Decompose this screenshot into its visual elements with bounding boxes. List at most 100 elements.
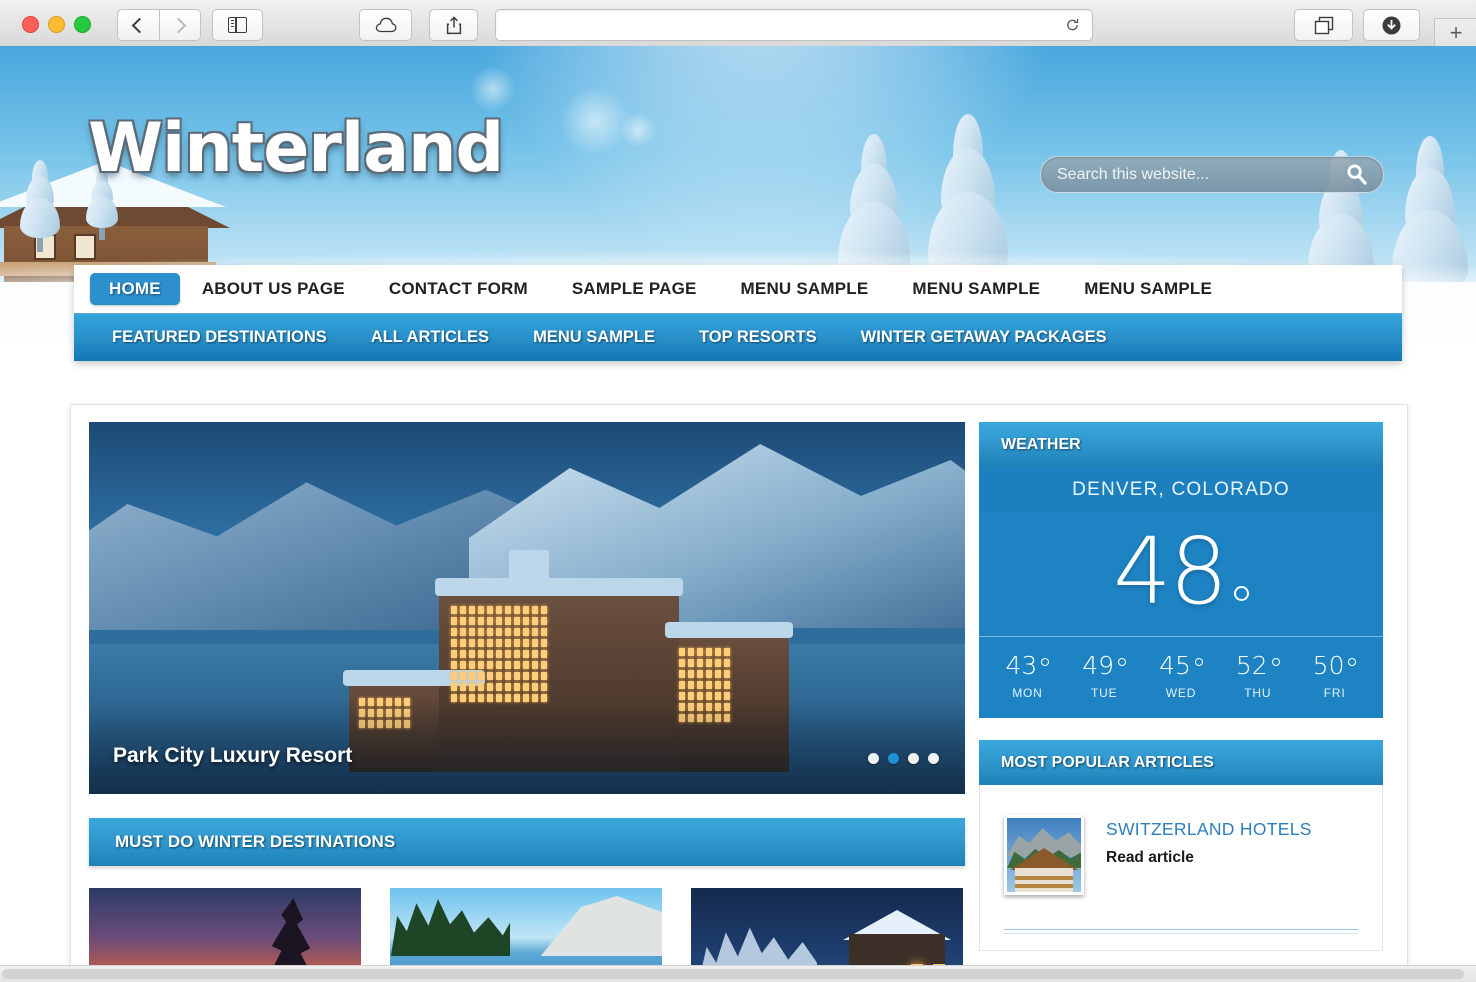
forecast-day-thu: 52 THU: [1219, 651, 1296, 700]
browser-window: + Winterland Search this website... HOME…: [0, 0, 1476, 982]
subnav-item-winter-getaway-packages[interactable]: WINTER GETAWAY PACKAGES: [839, 328, 1129, 347]
tab-overview-button[interactable]: [1294, 9, 1353, 41]
forecast-temp: 49: [1082, 651, 1115, 680]
weather-location: DENVER, COLORADO: [979, 467, 1383, 512]
article-read-link[interactable]: Read article: [1106, 849, 1312, 867]
back-button[interactable]: [117, 9, 159, 41]
forecast-label: THU: [1244, 686, 1272, 700]
site-navigation: HOME ABOUT US PAGE CONTACT FORM SAMPLE P…: [74, 265, 1402, 361]
degree-icon: [1194, 658, 1203, 666]
cloud-icon: [375, 17, 396, 33]
main-column: Park City Luxury Resort MUST DO WINTER D…: [89, 422, 965, 982]
search-placeholder: Search this website...: [1057, 165, 1210, 183]
nav-item-contact-form[interactable]: CONTACT FORM: [367, 279, 550, 299]
weather-title: WEATHER: [1001, 435, 1081, 453]
forecast-day-wed: 45 WED: [1143, 651, 1220, 700]
subnav-item-all-articles[interactable]: ALL ARTICLES: [349, 328, 511, 347]
site-search[interactable]: Search this website...: [1040, 156, 1384, 193]
popular-articles-widget: MOST POPULAR ARTICLES SWITZERLAND HOTELS…: [979, 740, 1383, 951]
downloads-button[interactable]: [1363, 9, 1420, 41]
slider-dot-3[interactable]: [908, 753, 919, 764]
subnav-item-top-resorts[interactable]: TOP RESORTS: [677, 328, 839, 347]
hero-caption: Park City Luxury Resort: [113, 744, 353, 767]
degree-icon: [1348, 658, 1357, 666]
browser-toolbar: +: [0, 0, 1476, 47]
weather-widget: WEATHER DENVER, COLORADO 48 43 MON 49 TU…: [979, 422, 1383, 718]
sidebar-column: WEATHER DENVER, COLORADO 48 43 MON 49 TU…: [979, 422, 1383, 951]
page-content: Park City Luxury Resort MUST DO WINTER D…: [70, 404, 1408, 982]
section-header-must-do: MUST DO WINTER DESTINATIONS: [89, 818, 965, 866]
popular-articles-header: MOST POPULAR ARTICLES: [979, 740, 1383, 785]
chevron-left-icon: [131, 17, 148, 33]
nav-item-menu-sample-1[interactable]: MENU SAMPLE: [719, 279, 891, 299]
weather-current-temp: 48: [1112, 518, 1228, 625]
degree-icon: [1118, 658, 1127, 666]
lens-flare-graphic: [560, 86, 630, 156]
forecast-day-fri: 50 FRI: [1296, 651, 1373, 700]
article-thumbnail[interactable]: [1004, 815, 1084, 895]
close-window-button[interactable]: [22, 16, 39, 33]
forecast-temp: 45: [1159, 651, 1191, 680]
forecast-label: TUE: [1090, 686, 1118, 700]
nav-item-menu-sample-3[interactable]: MENU SAMPLE: [1062, 279, 1234, 299]
weather-forecast: 43 MON 49 TUE 45 WED 52 THU 50 FRI: [979, 636, 1383, 718]
forecast-label: MON: [1012, 686, 1043, 700]
download-icon: [1382, 16, 1401, 34]
sidebar-toggle-button[interactable]: [212, 9, 263, 41]
weather-widget-header: WEATHER: [979, 422, 1383, 467]
reload-icon[interactable]: [1065, 18, 1080, 33]
share-icon: [446, 15, 461, 34]
scrollbar-thumb[interactable]: [2, 969, 1464, 979]
popular-articles-title: MOST POPULAR ARTICLES: [1001, 753, 1214, 771]
subnav-item-featured-destinations[interactable]: FEATURED DESTINATIONS: [90, 328, 349, 347]
tab-overview-icon: [1314, 16, 1333, 34]
new-tab-button[interactable]: +: [1434, 18, 1476, 47]
horizontal-scrollbar[interactable]: [0, 965, 1476, 982]
subnav-item-menu-sample[interactable]: MENU SAMPLE: [511, 328, 677, 347]
article-text: SWITZERLAND HOTELS Read article: [1106, 815, 1312, 867]
nav-item-sample-page[interactable]: SAMPLE PAGE: [550, 279, 719, 299]
navigation-buttons: [117, 9, 201, 41]
window-controls: [22, 16, 91, 33]
address-bar[interactable]: [495, 9, 1093, 41]
slider-dot-1[interactable]: [868, 753, 879, 764]
forecast-temp: 52: [1235, 651, 1268, 680]
sidebar-icon: [228, 17, 247, 33]
nav-item-about-us-page[interactable]: ABOUT US PAGE: [180, 279, 367, 299]
site-logo[interactable]: Winterland: [88, 109, 504, 188]
zoom-window-button[interactable]: [74, 16, 91, 33]
forecast-temp: 50: [1312, 651, 1345, 680]
popular-articles-list: SWITZERLAND HOTELS Read article: [979, 785, 1383, 951]
degree-icon: [1041, 658, 1050, 666]
nav-item-home[interactable]: HOME: [90, 273, 180, 305]
lens-flare-graphic: [470, 66, 516, 112]
web-page: Winterland Search this website... HOME A…: [0, 46, 1476, 982]
forecast-day-mon: 43 MON: [989, 651, 1066, 700]
forecast-temp: 43: [1005, 651, 1038, 680]
chevron-right-icon: [170, 17, 187, 33]
degree-icon: [1271, 658, 1280, 666]
article-title-link[interactable]: SWITZERLAND HOTELS: [1106, 819, 1312, 840]
divider: [1004, 929, 1358, 934]
address-input[interactable]: [496, 10, 1048, 40]
icloud-tabs-button[interactable]: [359, 9, 412, 41]
forecast-label: WED: [1165, 686, 1197, 700]
list-item[interactable]: SWITZERLAND HOTELS Read article: [1004, 815, 1358, 895]
forecast-day-tue: 49 TUE: [1066, 651, 1143, 700]
section-title: MUST DO WINTER DESTINATIONS: [115, 832, 396, 851]
hero-slider[interactable]: Park City Luxury Resort: [89, 422, 965, 794]
weather-current: 48: [979, 512, 1383, 636]
degree-icon: [1234, 585, 1250, 601]
forecast-label: FRI: [1323, 686, 1346, 700]
nav-item-menu-sample-2[interactable]: MENU SAMPLE: [890, 279, 1062, 299]
lens-flare-graphic: [620, 112, 656, 148]
forward-button[interactable]: [158, 9, 201, 41]
minimize-window-button[interactable]: [48, 16, 65, 33]
secondary-nav: FEATURED DESTINATIONS ALL ARTICLES MENU …: [74, 313, 1402, 361]
slider-dots: [868, 753, 939, 764]
slider-dot-2[interactable]: [888, 753, 899, 764]
slider-dot-4[interactable]: [928, 753, 939, 764]
search-icon[interactable]: [1346, 164, 1367, 185]
share-button[interactable]: [429, 9, 478, 41]
primary-nav: HOME ABOUT US PAGE CONTACT FORM SAMPLE P…: [74, 265, 1402, 313]
